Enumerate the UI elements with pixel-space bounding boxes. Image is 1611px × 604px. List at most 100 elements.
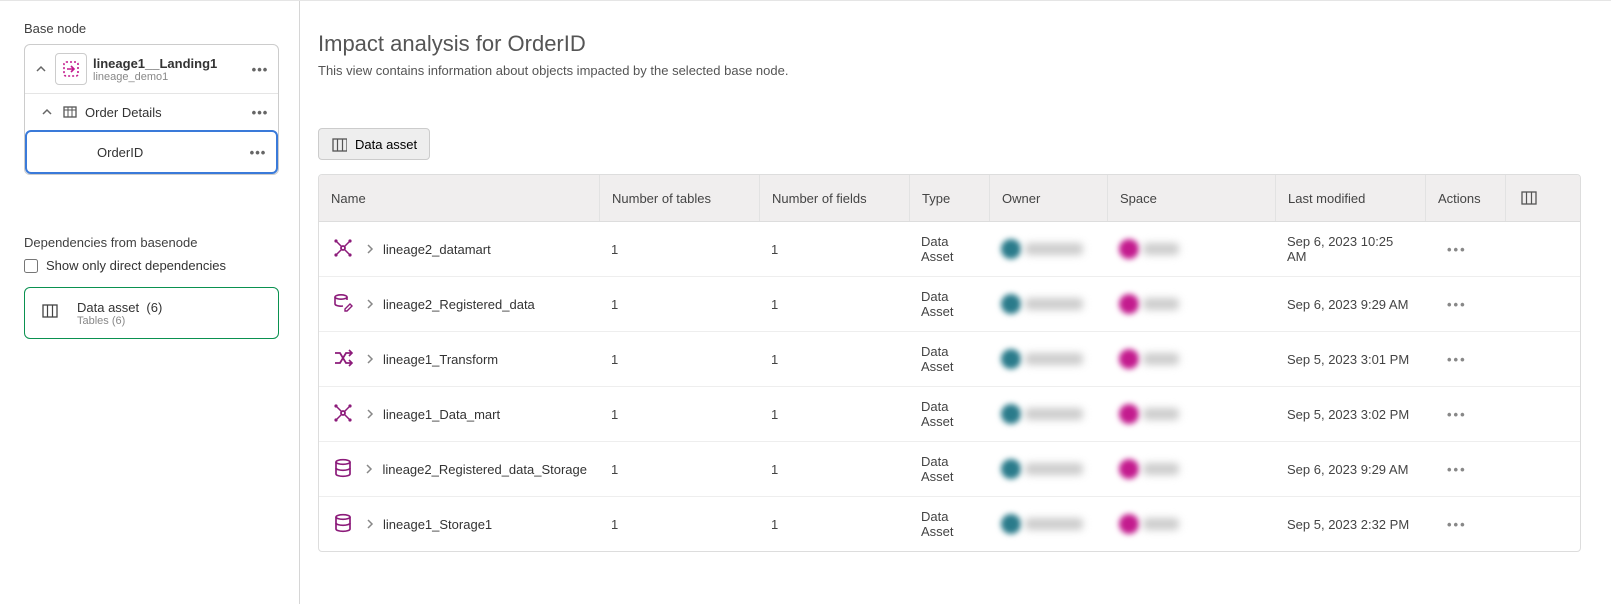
landing-icon [55, 53, 87, 85]
storage-icon [331, 456, 356, 482]
more-icon[interactable]: ••• [250, 59, 270, 79]
col-tables[interactable]: Number of tables [599, 175, 759, 221]
show-direct-label[interactable]: Show only direct dependencies [46, 258, 226, 273]
row-owner [989, 349, 1107, 369]
row-type: Data Asset [909, 289, 989, 319]
row-name: lineage1_Data_mart [383, 407, 500, 422]
row-actions-button[interactable]: ••• [1437, 352, 1467, 367]
table-row[interactable]: lineage1_Transform 1 1 Data Asset Sep 5,… [319, 332, 1580, 387]
table-row[interactable]: lineage1_Data_mart 1 1 Data Asset Sep 5,… [319, 387, 1580, 442]
chevron-right-icon[interactable] [363, 352, 377, 366]
hub-icon [331, 401, 357, 427]
row-actions-button[interactable]: ••• [1437, 407, 1467, 422]
row-tables: 1 [599, 352, 759, 367]
page-subtitle: This view contains information about obj… [318, 63, 1581, 78]
col-actions[interactable]: Actions [1425, 175, 1505, 221]
row-tables: 1 [599, 407, 759, 422]
filter-button-label: Data asset [355, 137, 417, 152]
row-actions-button[interactable]: ••• [1437, 462, 1467, 477]
table-row[interactable]: lineage1_Storage1 1 1 Data Asset Sep 5, … [319, 497, 1580, 551]
row-actions-button[interactable]: ••• [1437, 297, 1467, 312]
table-row[interactable]: lineage2_datamart 1 1 Data Asset Sep 6, … [319, 222, 1580, 277]
row-type: Data Asset [909, 344, 989, 374]
row-modified: Sep 6, 2023 9:29 AM [1275, 462, 1425, 477]
col-modified[interactable]: Last modified [1275, 175, 1425, 221]
show-direct-checkbox[interactable] [24, 259, 38, 273]
more-icon[interactable]: ••• [250, 102, 270, 122]
filter-chip-title: Data asset (6) [77, 300, 162, 315]
row-type: Data Asset [909, 509, 989, 539]
row-owner [989, 404, 1107, 424]
table-row[interactable]: lineage2_Registered_data 1 1 Data Asset … [319, 277, 1580, 332]
row-type: Data Asset [909, 234, 989, 264]
row-space [1107, 294, 1275, 314]
row-tables: 1 [599, 517, 759, 532]
table-icon [61, 103, 79, 121]
row-modified: Sep 5, 2023 3:01 PM [1275, 352, 1425, 367]
chevron-right-icon[interactable] [363, 297, 377, 311]
row-tables: 1 [599, 462, 759, 477]
dependencies-label: Dependencies from basenode [24, 235, 279, 250]
data-asset-filter-button[interactable]: Data asset [318, 128, 430, 160]
column-settings-button[interactable] [1505, 175, 1551, 221]
row-type: Data Asset [909, 399, 989, 429]
results-table: Name Number of tables Number of fields T… [318, 174, 1581, 552]
row-space [1107, 459, 1275, 479]
filter-data-asset[interactable]: Data asset (6) Tables (6) [24, 287, 279, 339]
row-actions-button[interactable]: ••• [1437, 517, 1467, 532]
col-name[interactable]: Name [319, 175, 599, 221]
row-space [1107, 404, 1275, 424]
shuffle-icon [331, 346, 357, 372]
col-owner[interactable]: Owner [989, 175, 1107, 221]
row-fields: 1 [759, 462, 909, 477]
col-type[interactable]: Type [909, 175, 989, 221]
main-panel: Impact analysis for OrderID This view co… [300, 1, 1611, 604]
row-modified: Sep 5, 2023 3:02 PM [1275, 407, 1425, 422]
row-name: lineage2_datamart [383, 242, 491, 257]
page-title: Impact analysis for OrderID [318, 31, 1581, 57]
child-node-title: Order Details [85, 105, 244, 120]
col-fields[interactable]: Number of fields [759, 175, 909, 221]
row-owner [989, 514, 1107, 534]
row-tables: 1 [599, 242, 759, 257]
row-space [1107, 349, 1275, 369]
col-space[interactable]: Space [1107, 175, 1275, 221]
child-node-row[interactable]: Order Details ••• [25, 93, 278, 130]
more-icon[interactable]: ••• [248, 142, 268, 162]
chevron-up-icon[interactable] [33, 61, 49, 77]
row-owner [989, 239, 1107, 259]
base-node-card: lineage1__Landing1 lineage_demo1 ••• Ord… [24, 44, 279, 175]
columns-icon [37, 298, 67, 328]
row-modified: Sep 5, 2023 2:32 PM [1275, 517, 1425, 532]
selected-field-title: OrderID [67, 145, 248, 160]
row-fields: 1 [759, 352, 909, 367]
row-fields: 1 [759, 407, 909, 422]
base-node-title: lineage1__Landing1 [93, 56, 244, 71]
base-node-subtitle: lineage_demo1 [93, 71, 244, 83]
base-node-row[interactable]: lineage1__Landing1 lineage_demo1 ••• [25, 45, 278, 93]
row-name: lineage2_Registered_data_Storage [382, 462, 587, 477]
chevron-right-icon[interactable] [362, 462, 376, 476]
row-name: lineage1_Transform [383, 352, 498, 367]
row-name: lineage1_Storage1 [383, 517, 492, 532]
row-modified: Sep 6, 2023 10:25 AM [1275, 234, 1425, 264]
chevron-right-icon[interactable] [363, 242, 377, 256]
filter-chip-subtitle: Tables (6) [77, 315, 162, 327]
row-name: lineage2_Registered_data [383, 297, 535, 312]
table-row[interactable]: lineage2_Registered_data_Storage 1 1 Dat… [319, 442, 1580, 497]
row-fields: 1 [759, 297, 909, 312]
row-owner [989, 459, 1107, 479]
row-modified: Sep 6, 2023 9:29 AM [1275, 297, 1425, 312]
selected-field-row[interactable]: OrderID ••• [25, 130, 278, 174]
table-header: Name Number of tables Number of fields T… [319, 175, 1580, 222]
row-fields: 1 [759, 517, 909, 532]
row-owner [989, 294, 1107, 314]
chevron-right-icon[interactable] [363, 407, 377, 421]
row-tables: 1 [599, 297, 759, 312]
row-type: Data Asset [909, 454, 989, 484]
chevron-right-icon[interactable] [363, 517, 377, 531]
chevron-up-icon[interactable] [39, 104, 55, 120]
row-actions-button[interactable]: ••• [1437, 242, 1467, 257]
sidebar: Base node lineage1__Landing1 lineage_dem… [0, 1, 300, 604]
hub-icon [331, 236, 357, 262]
